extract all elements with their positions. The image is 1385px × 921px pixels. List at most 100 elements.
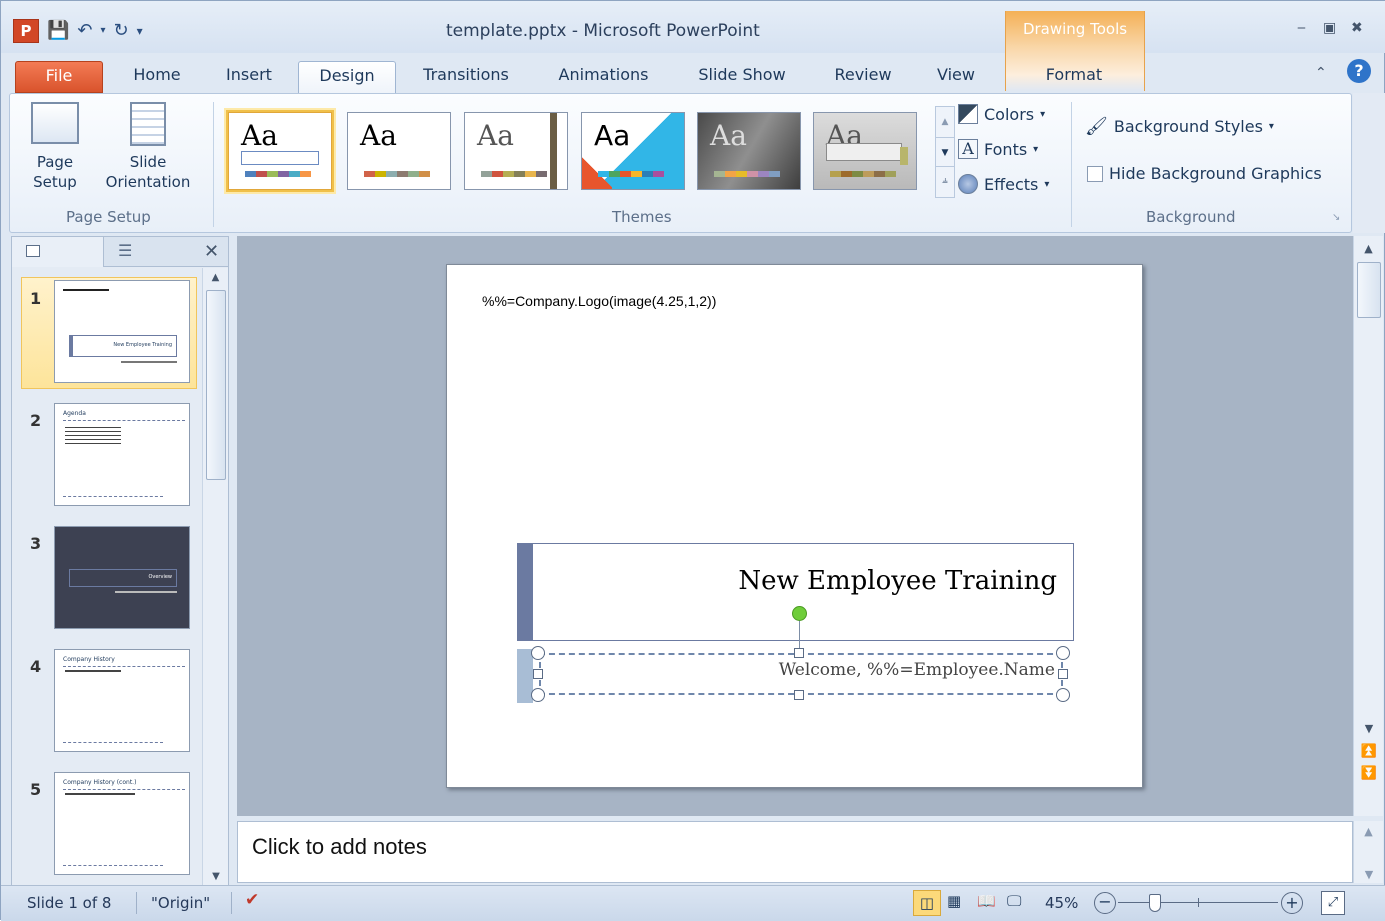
slide-indicator[interactable]: Slide 1 of 8 bbox=[27, 894, 111, 912]
slide-sorter-view-icon[interactable]: ▦ bbox=[947, 892, 961, 910]
main-scrollbar[interactable]: ▲ ▼ ⏫ ⏬ bbox=[1353, 236, 1383, 816]
undo-dropdown-icon[interactable]: ▾ bbox=[101, 20, 106, 42]
resize-handle[interactable] bbox=[794, 690, 804, 700]
tab-slide-show[interactable]: Slide Show bbox=[684, 61, 800, 93]
scroll-up-icon[interactable]: ▲ bbox=[203, 268, 228, 283]
slide-show-view-icon[interactable]: 🖵 bbox=[1007, 892, 1021, 910]
redo-icon[interactable]: ↻ bbox=[114, 20, 129, 42]
fonts-icon: A bbox=[958, 139, 978, 159]
notes-scrollbar[interactable]: ▲ ▼ bbox=[1353, 821, 1383, 883]
save-icon[interactable]: 💾 bbox=[47, 20, 69, 42]
thumb-logo-line bbox=[63, 289, 109, 291]
resize-handle[interactable] bbox=[1058, 669, 1068, 679]
tab-file[interactable]: File bbox=[15, 61, 103, 93]
theme-swatch bbox=[714, 171, 780, 177]
gallery-more-icon[interactable]: ⫨ bbox=[936, 167, 954, 195]
resize-handle[interactable] bbox=[1056, 646, 1070, 660]
zoom-level[interactable]: 45% bbox=[1045, 894, 1078, 912]
minimize-icon[interactable]: ‒ bbox=[1297, 20, 1306, 36]
zoom-slider-thumb[interactable] bbox=[1149, 894, 1161, 912]
thumb-title-box: Overview bbox=[69, 569, 177, 587]
outline-tab[interactable]: ☰ bbox=[104, 237, 198, 267]
subtitle-box[interactable]: Welcome, %%=Employee.Name bbox=[539, 653, 1063, 695]
rotation-handle[interactable] bbox=[792, 606, 807, 621]
resize-handle[interactable] bbox=[794, 648, 804, 658]
theme-indicator[interactable]: "Origin" bbox=[151, 894, 210, 912]
resize-handle[interactable] bbox=[1056, 688, 1070, 702]
scroll-up-icon[interactable]: ▲ bbox=[1354, 821, 1383, 838]
quick-access-toolbar: P 💾 ↶ ▾ ↻ ▾ bbox=[13, 19, 143, 43]
close-icon[interactable]: ✖ bbox=[1351, 20, 1363, 36]
theme-3[interactable]: Aa bbox=[464, 112, 568, 190]
theme-office[interactable]: Aa bbox=[226, 110, 334, 192]
slide-thumbnail-5[interactable]: Company History (cont.) bbox=[54, 772, 190, 875]
fonts-button[interactable]: A Fonts ▾ bbox=[958, 139, 1038, 159]
zoom-out-icon[interactable]: − bbox=[1094, 892, 1116, 914]
restore-icon[interactable]: ▣ bbox=[1323, 20, 1336, 36]
normal-view-icon[interactable]: ◫ bbox=[913, 890, 941, 916]
scroll-down-icon[interactable]: ▼ bbox=[203, 871, 229, 882]
resize-handle[interactable] bbox=[531, 688, 545, 702]
gallery-up-icon[interactable]: ▲ bbox=[936, 107, 954, 137]
minimize-ribbon-icon[interactable]: ⌃ bbox=[1315, 65, 1327, 81]
next-slide-icon[interactable]: ⏬ bbox=[1354, 766, 1384, 781]
ribbon-right-filler bbox=[1353, 93, 1385, 233]
tab-review[interactable]: Review bbox=[823, 61, 903, 93]
slide-number: 4 bbox=[30, 657, 42, 676]
theme-2[interactable]: Aa bbox=[347, 112, 451, 190]
undo-icon[interactable]: ↶ bbox=[77, 20, 92, 42]
fonts-dropdown-icon: ▾ bbox=[1033, 143, 1039, 155]
notes-placeholder[interactable]: Click to add notes bbox=[252, 834, 427, 860]
slide-thumbnail-4[interactable]: Company History bbox=[54, 649, 190, 752]
dialog-launcher-icon[interactable]: ↘ bbox=[1332, 212, 1340, 223]
hide-background-graphics-checkbox[interactable]: Hide Background Graphics bbox=[1087, 164, 1322, 183]
close-pane-icon[interactable]: ✕ bbox=[204, 241, 219, 262]
scroll-up-icon[interactable]: ▲ bbox=[1354, 236, 1383, 255]
slides-pane-scrollbar[interactable]: ▲ ▼ bbox=[202, 268, 228, 886]
scroll-down-icon[interactable]: ▼ bbox=[1354, 722, 1384, 735]
customize-qat-icon[interactable]: ▾ bbox=[137, 20, 143, 42]
effects-button[interactable]: Effects ▾ bbox=[958, 174, 1049, 194]
tab-design[interactable]: Design bbox=[298, 61, 396, 95]
tab-insert[interactable]: Insert bbox=[211, 61, 287, 93]
spelling-check-icon[interactable]: ✔ bbox=[245, 890, 259, 910]
tab-transitions[interactable]: Transitions bbox=[411, 61, 521, 93]
slides-tab[interactable] bbox=[12, 237, 104, 267]
page-setup-button[interactable]: Page Setup bbox=[20, 102, 90, 192]
previous-slide-icon[interactable]: ⏫ bbox=[1354, 744, 1384, 759]
logo-placeholder-text[interactable]: %%=Company.Logo(image(4.25,1,2)) bbox=[482, 293, 716, 309]
slide-orientation-button[interactable]: Slide Orientation bbox=[90, 102, 206, 192]
theme-6[interactable]: Aa bbox=[813, 112, 917, 190]
tab-view[interactable]: View bbox=[923, 61, 989, 93]
reading-view-icon[interactable]: 📖 bbox=[977, 892, 996, 910]
ribbon-tabs: File Home Insert Design Transitions Anim… bbox=[1, 53, 1385, 95]
tab-home[interactable]: Home bbox=[119, 61, 195, 93]
fit-to-window-icon[interactable]: ⤢ bbox=[1321, 891, 1345, 915]
background-styles-button[interactable]: 🖌 Background Styles ▾ bbox=[1085, 116, 1274, 137]
slide-thumbnail-3[interactable]: Overview bbox=[54, 526, 190, 629]
title-box[interactable]: New Employee Training bbox=[517, 543, 1074, 641]
slide-thumbnail-1[interactable]: New Employee Training bbox=[54, 280, 190, 383]
gallery-down-icon[interactable]: ▼ bbox=[936, 137, 954, 167]
scroll-thumb[interactable] bbox=[1357, 262, 1381, 318]
theme-4[interactable]: Aa bbox=[581, 112, 685, 190]
tab-format[interactable]: Format bbox=[1021, 61, 1127, 93]
scroll-thumb[interactable] bbox=[206, 290, 226, 480]
notes-pane[interactable]: Click to add notes bbox=[237, 821, 1353, 883]
resize-handle[interactable] bbox=[531, 646, 545, 660]
slide-number: 3 bbox=[30, 534, 42, 553]
current-slide[interactable]: %%=Company.Logo(image(4.25,1,2)) New Emp… bbox=[446, 264, 1143, 788]
colors-button[interactable]: Colors ▾ bbox=[958, 104, 1045, 124]
effects-icon bbox=[958, 174, 978, 194]
theme-5[interactable]: Aa bbox=[697, 112, 801, 190]
scroll-down-icon[interactable]: ▼ bbox=[1354, 868, 1384, 881]
effects-dropdown-icon: ▾ bbox=[1044, 178, 1050, 190]
tab-animations[interactable]: Animations bbox=[546, 61, 661, 93]
theme-swatch bbox=[481, 171, 547, 177]
slide-thumbnail-2[interactable]: Agenda bbox=[54, 403, 190, 506]
outline-tab-icon: ☰ bbox=[118, 241, 133, 260]
resize-handle[interactable] bbox=[533, 669, 543, 679]
help-icon[interactable]: ? bbox=[1347, 59, 1371, 83]
powerpoint-app-icon[interactable]: P bbox=[13, 19, 39, 43]
zoom-in-icon[interactable]: + bbox=[1281, 892, 1303, 914]
